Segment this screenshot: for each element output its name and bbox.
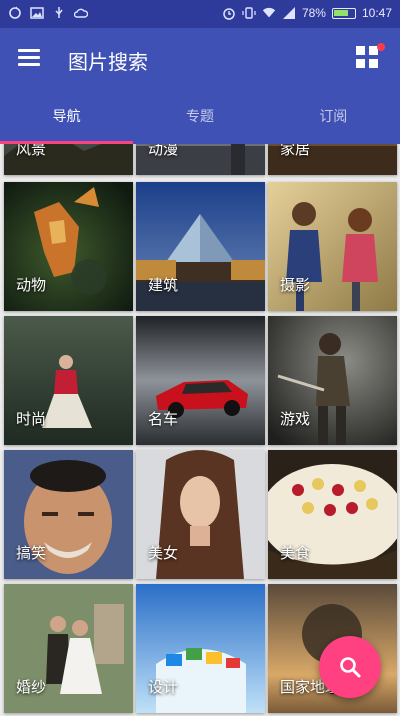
tile-label: 家居 — [280, 144, 311, 158]
battery-percent: 78% — [301, 6, 326, 20]
tab-topics[interactable]: 专题 — [133, 92, 266, 144]
tile-label: 搞笑 — [16, 544, 47, 562]
status-bar: 78% 10:47 — [0, 0, 400, 28]
search-fab-button[interactable] — [319, 636, 381, 698]
notification-dot — [377, 43, 385, 51]
category-tile-fashion[interactable]: 时尚 — [4, 316, 133, 445]
cloud-icon — [74, 8, 88, 18]
usb-icon — [55, 7, 63, 18]
category-tile-cars[interactable]: 名车 — [136, 316, 265, 445]
tile-label: 美女 — [148, 544, 179, 562]
tile-label: 游戏 — [280, 410, 311, 428]
tile-label: 动漫 — [148, 144, 179, 158]
tile-label: 设计 — [148, 678, 179, 696]
category-tile-animals[interactable]: 动物 — [4, 182, 133, 311]
tile-label: 摄影 — [280, 276, 311, 294]
app-toolbar: 图片搜索 — [0, 28, 400, 92]
hamburger-menu-icon[interactable] — [18, 49, 42, 71]
tile-label: 风景 — [16, 144, 47, 158]
category-tile-home[interactable]: 家居 — [268, 144, 397, 175]
tile-label: 名车 — [148, 410, 179, 428]
tab-navigation[interactable]: 导航 — [0, 92, 133, 144]
sync-icon — [9, 6, 21, 19]
wifi-icon — [262, 7, 276, 18]
app-screen: 78% 10:47 图片搜索 导航 专题 订阅 风景 动漫 家居 动物 建筑 摄… — [0, 0, 400, 716]
page-title: 图片搜索 — [68, 50, 148, 74]
image-icon — [30, 7, 44, 19]
battery-icon — [331, 7, 356, 19]
category-tile-food[interactable]: 美食 — [268, 450, 397, 579]
category-tile-wedding[interactable]: 婚纱 — [4, 584, 133, 713]
category-tile-scenery[interactable]: 风景 — [4, 144, 133, 175]
category-tile-anime[interactable]: 动漫 — [136, 144, 265, 175]
category-tile-beauty[interactable]: 美女 — [136, 450, 265, 579]
tile-label: 时尚 — [16, 410, 47, 428]
grid-icon[interactable] — [356, 43, 385, 72]
tab-subscriptions[interactable]: 订阅 — [267, 92, 400, 144]
category-tile-design[interactable]: 设计 — [136, 584, 265, 713]
vibrate-icon — [242, 7, 256, 19]
tab-bar: 导航 专题 订阅 — [0, 92, 400, 144]
category-tile-architecture[interactable]: 建筑 — [136, 182, 265, 311]
category-tile-photography[interactable]: 摄影 — [268, 182, 397, 311]
tile-label: 美食 — [280, 544, 311, 562]
signal-icon — [282, 7, 295, 19]
tile-label: 动物 — [16, 276, 47, 294]
category-tile-games[interactable]: 游戏 — [268, 316, 397, 445]
tile-label: 建筑 — [148, 276, 179, 294]
search-icon — [340, 657, 361, 678]
category-grid: 风景 动漫 家居 动物 建筑 摄影 时尚 名车 游戏 搞笑 美女 美食 婚纱 设… — [0, 144, 400, 716]
clock: 10:47 — [361, 6, 392, 20]
tile-label: 婚纱 — [16, 678, 47, 696]
category-tile-funny[interactable]: 搞笑 — [4, 450, 133, 579]
alarm-icon — [223, 8, 235, 20]
